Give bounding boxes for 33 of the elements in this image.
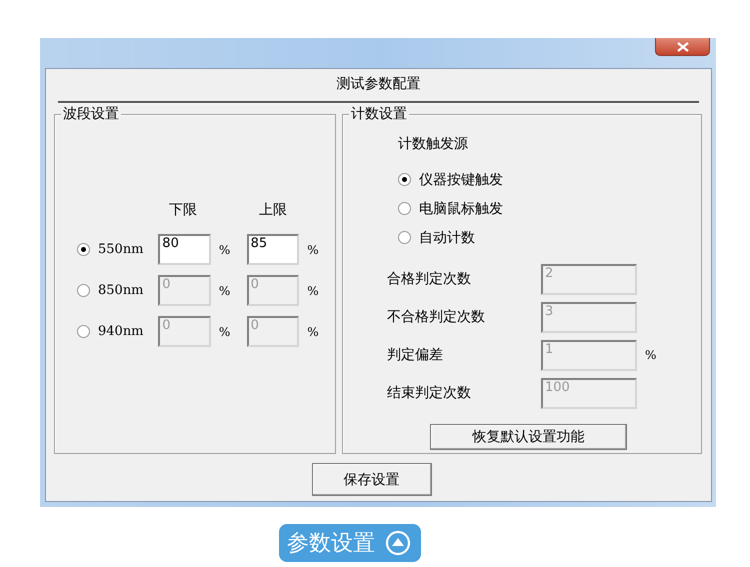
radio-option[interactable]: 仪器按键触发 — [398, 170, 503, 188]
radio-button[interactable] — [77, 243, 90, 256]
radio-button[interactable] — [398, 173, 411, 186]
close-icon — [676, 42, 688, 52]
reset-defaults-button[interactable]: 恢复默认设置功能 — [430, 424, 627, 450]
group-title: 计数设置 — [349, 106, 409, 122]
badge-label: 参数设置 — [287, 530, 375, 558]
unit-label: % — [218, 324, 232, 338]
save-button[interactable]: 保存设置 — [312, 463, 432, 496]
unit-label: % — [306, 324, 320, 338]
radio-option[interactable]: 550nm — [77, 242, 156, 257]
field-label: 不合格判定次数 — [387, 308, 486, 326]
field-label: 结束判定次数 — [387, 384, 472, 402]
close-button[interactable] — [655, 38, 710, 56]
chevron-up-icon — [385, 530, 411, 556]
field-label: 判定偏差 — [387, 346, 444, 364]
column-header: 上限 — [259, 201, 287, 219]
radio-option[interactable]: 自动计数 — [398, 228, 475, 246]
group-title: 波段设置 — [61, 106, 121, 122]
radio-button[interactable] — [398, 202, 411, 215]
radio-option[interactable]: 电脑鼠标触发 — [398, 200, 503, 218]
dialog-title: 测试参数配置 — [336, 75, 420, 94]
column-header: 下限 — [169, 201, 197, 219]
unit-label: % — [218, 284, 232, 298]
section-heading: 计数触发源 — [398, 136, 468, 152]
field-label: 合格判定次数 — [387, 270, 472, 288]
radio-button[interactable] — [398, 231, 411, 244]
unit-label: % — [644, 348, 658, 362]
unit-label: % — [306, 284, 320, 298]
input-field[interactable]: 85 — [246, 234, 300, 265]
unit-label: % — [306, 242, 320, 256]
unit-label: % — [218, 242, 232, 256]
input-field[interactable]: 80 — [158, 234, 211, 265]
